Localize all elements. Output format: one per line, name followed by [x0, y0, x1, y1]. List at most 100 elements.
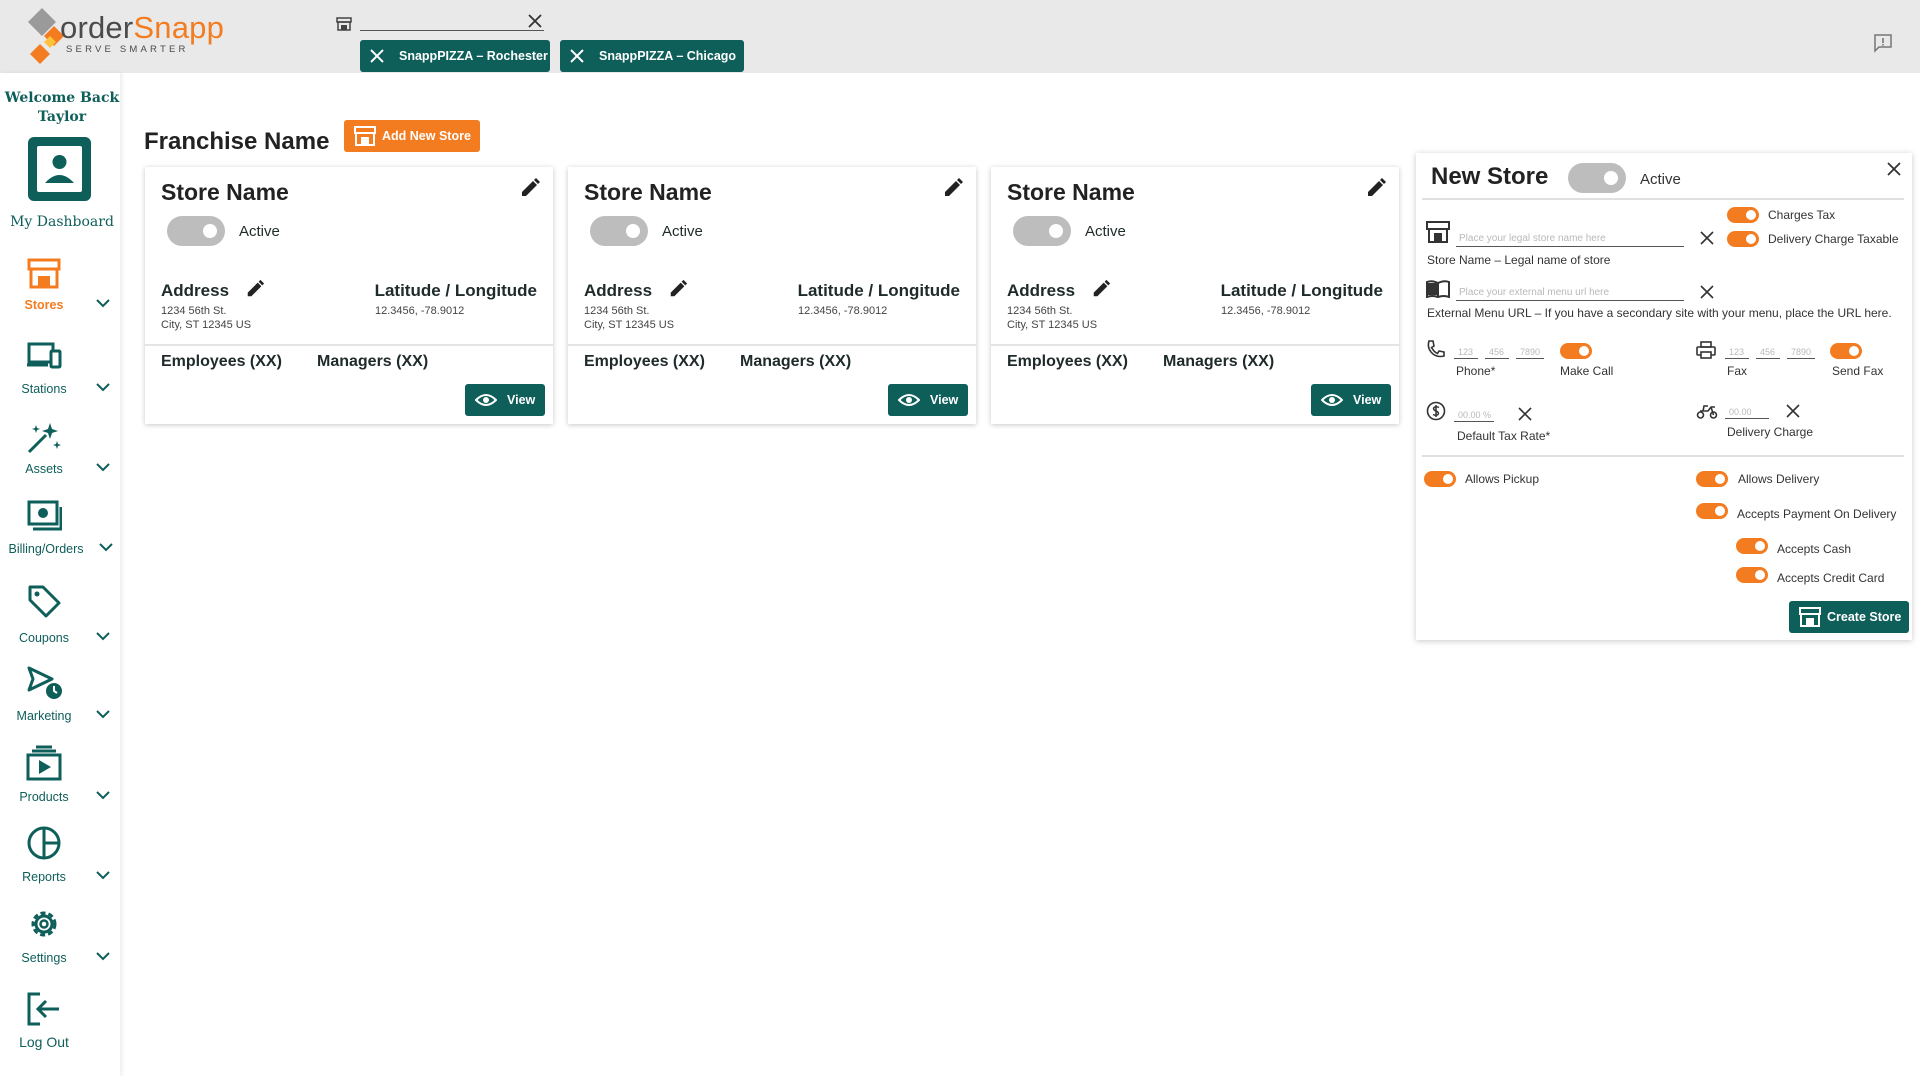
latlong-heading: Latitude / Longitude [797, 281, 960, 300]
sidebar-item-assets[interactable]: Assets [0, 419, 120, 489]
accepts-credit-toggle[interactable] [1736, 567, 1768, 583]
ordersnapp-logo[interactable]: orderSnapp SERVE SMARTER [28, 6, 228, 70]
view-label: View [930, 393, 959, 407]
sidebar-item-products[interactable]: Products [0, 745, 120, 815]
chevron-down-icon[interactable] [95, 867, 111, 883]
tag-icon [28, 585, 61, 618]
clear-icon[interactable] [527, 13, 543, 29]
my-dashboard-link[interactable]: My Dashboard [0, 214, 124, 230]
store-chip[interactable]: SnappPIZZA – Chicago [560, 40, 744, 72]
close-icon[interactable] [570, 49, 584, 63]
sidebar: Welcome Back Taylor My Dashboard Stores … [0, 73, 120, 1076]
clear-icon[interactable] [1700, 285, 1714, 299]
add-new-store-button[interactable]: Add New Store [344, 120, 480, 152]
input-underline [1787, 358, 1815, 359]
active-toggle[interactable] [167, 216, 225, 246]
close-icon[interactable] [1886, 161, 1902, 177]
edit-icon[interactable] [1091, 279, 1111, 299]
phone-area-input[interactable]: 123 [1458, 347, 1473, 357]
input-underline [1456, 246, 1684, 247]
sidebar-item-stations[interactable]: Stations [0, 339, 120, 409]
address-line: City, ST 12345 US [161, 319, 252, 331]
feedback-icon[interactable] [1873, 33, 1893, 53]
active-toggle[interactable] [1568, 163, 1626, 193]
sidebar-item-billing-orders[interactable]: Billing/Orders [0, 499, 120, 569]
chevron-down-icon[interactable] [95, 295, 111, 311]
delivery-taxable-toggle[interactable] [1727, 231, 1759, 247]
view-button[interactable]: View [465, 384, 545, 416]
dashboard-icon[interactable] [26, 135, 93, 203]
divider [145, 344, 553, 346]
send-fax-toggle[interactable] [1830, 343, 1862, 359]
delivery-charge-input[interactable]: 00.00 [1729, 407, 1752, 417]
input-underline [1725, 358, 1749, 359]
welcome-text: Welcome Back Taylor [4, 90, 120, 125]
phone-line-input[interactable]: 7890 [1520, 347, 1540, 357]
accepts-credit-label: Accepts Credit Card [1777, 571, 1885, 585]
view-button[interactable]: View [1311, 384, 1391, 416]
sidebar-item-stores[interactable]: Stores [0, 255, 120, 325]
fax-line-input[interactable]: 7890 [1791, 347, 1811, 357]
address-heading: Address [161, 281, 230, 300]
allows-pickup-toggle[interactable] [1424, 471, 1456, 487]
store-name-input[interactable]: Place your legal store name here [1459, 233, 1606, 244]
view-button[interactable]: View [888, 384, 968, 416]
chevron-down-icon[interactable] [95, 628, 111, 644]
edit-icon[interactable] [519, 177, 541, 199]
menu-url-label: External Menu URL – If you have a second… [1427, 306, 1892, 320]
store-name-label: Store Name – Legal name of store [1427, 253, 1611, 267]
logo-tagline: SERVE SMARTER [66, 44, 189, 55]
clear-icon[interactable] [1700, 231, 1714, 245]
clear-icon[interactable] [1786, 404, 1800, 418]
managers-count[interactable]: Managers (XX) [740, 353, 851, 371]
edit-icon[interactable] [668, 279, 688, 299]
close-icon[interactable] [370, 49, 384, 63]
sidebar-item-marketing[interactable]: Marketing [0, 665, 120, 735]
charges-tax-toggle[interactable] [1727, 207, 1759, 223]
allows-delivery-label: Allows Delivery [1738, 472, 1820, 486]
allows-pickup-label: Allows Pickup [1465, 472, 1540, 486]
store-search-input[interactable] [360, 30, 544, 31]
employees-count[interactable]: Employees (XX) [584, 353, 705, 371]
employees-count[interactable]: Employees (XX) [161, 353, 282, 371]
latlong-value: 12.3456, -78.9012 [1221, 305, 1311, 317]
chevron-down-icon[interactable] [95, 787, 111, 803]
store-chip[interactable]: SnappPIZZA – Rochester [360, 40, 550, 72]
chevron-down-icon[interactable] [95, 706, 111, 722]
status-label: Active [662, 223, 703, 240]
fax-area-input[interactable]: 123 [1729, 347, 1744, 357]
sidebar-item-logout[interactable]: Log Out [0, 991, 120, 1061]
input-underline [1485, 358, 1509, 359]
chevron-down-icon[interactable] [95, 948, 111, 964]
active-toggle[interactable] [590, 216, 648, 246]
edit-icon[interactable] [245, 279, 265, 299]
edit-icon[interactable] [1365, 177, 1387, 199]
sidebar-item-settings[interactable]: Settings [0, 906, 120, 976]
employees-count[interactable]: Employees (XX) [1007, 353, 1128, 371]
make-call-toggle[interactable] [1560, 343, 1592, 359]
phone-prefix-input[interactable]: 456 [1489, 347, 1504, 357]
edit-icon[interactable] [942, 177, 964, 199]
allows-delivery-toggle[interactable] [1696, 471, 1728, 487]
tax-rate-input[interactable]: 00.00 % [1458, 410, 1491, 420]
chevron-down-icon[interactable] [95, 379, 111, 395]
clear-icon[interactable] [1518, 407, 1532, 421]
accepts-cash-toggle[interactable] [1736, 538, 1768, 554]
menu-url-input[interactable]: Place your external menu url here [1459, 287, 1609, 298]
sidebar-item-label: Settings [21, 951, 67, 965]
sidebar-item-reports[interactable]: Reports [0, 825, 120, 895]
sidebar-item-label: Log Out [19, 1034, 69, 1050]
chevron-down-icon[interactable] [98, 539, 114, 555]
active-toggle[interactable] [1013, 216, 1071, 246]
create-store-button[interactable]: Create Store [1789, 601, 1909, 633]
new-store-title: New Store [1431, 163, 1549, 190]
managers-count[interactable]: Managers (XX) [1163, 353, 1274, 371]
payment-on-delivery-toggle[interactable] [1696, 503, 1728, 519]
fax-prefix-input[interactable]: 456 [1760, 347, 1775, 357]
dollar-icon [1426, 401, 1446, 421]
managers-count[interactable]: Managers (XX) [317, 353, 428, 371]
chevron-down-icon[interactable] [95, 459, 111, 475]
delivery-charge-label: Delivery Charge [1727, 425, 1814, 439]
billing-icon [27, 500, 62, 531]
sidebar-item-coupons[interactable]: Coupons [0, 583, 120, 653]
